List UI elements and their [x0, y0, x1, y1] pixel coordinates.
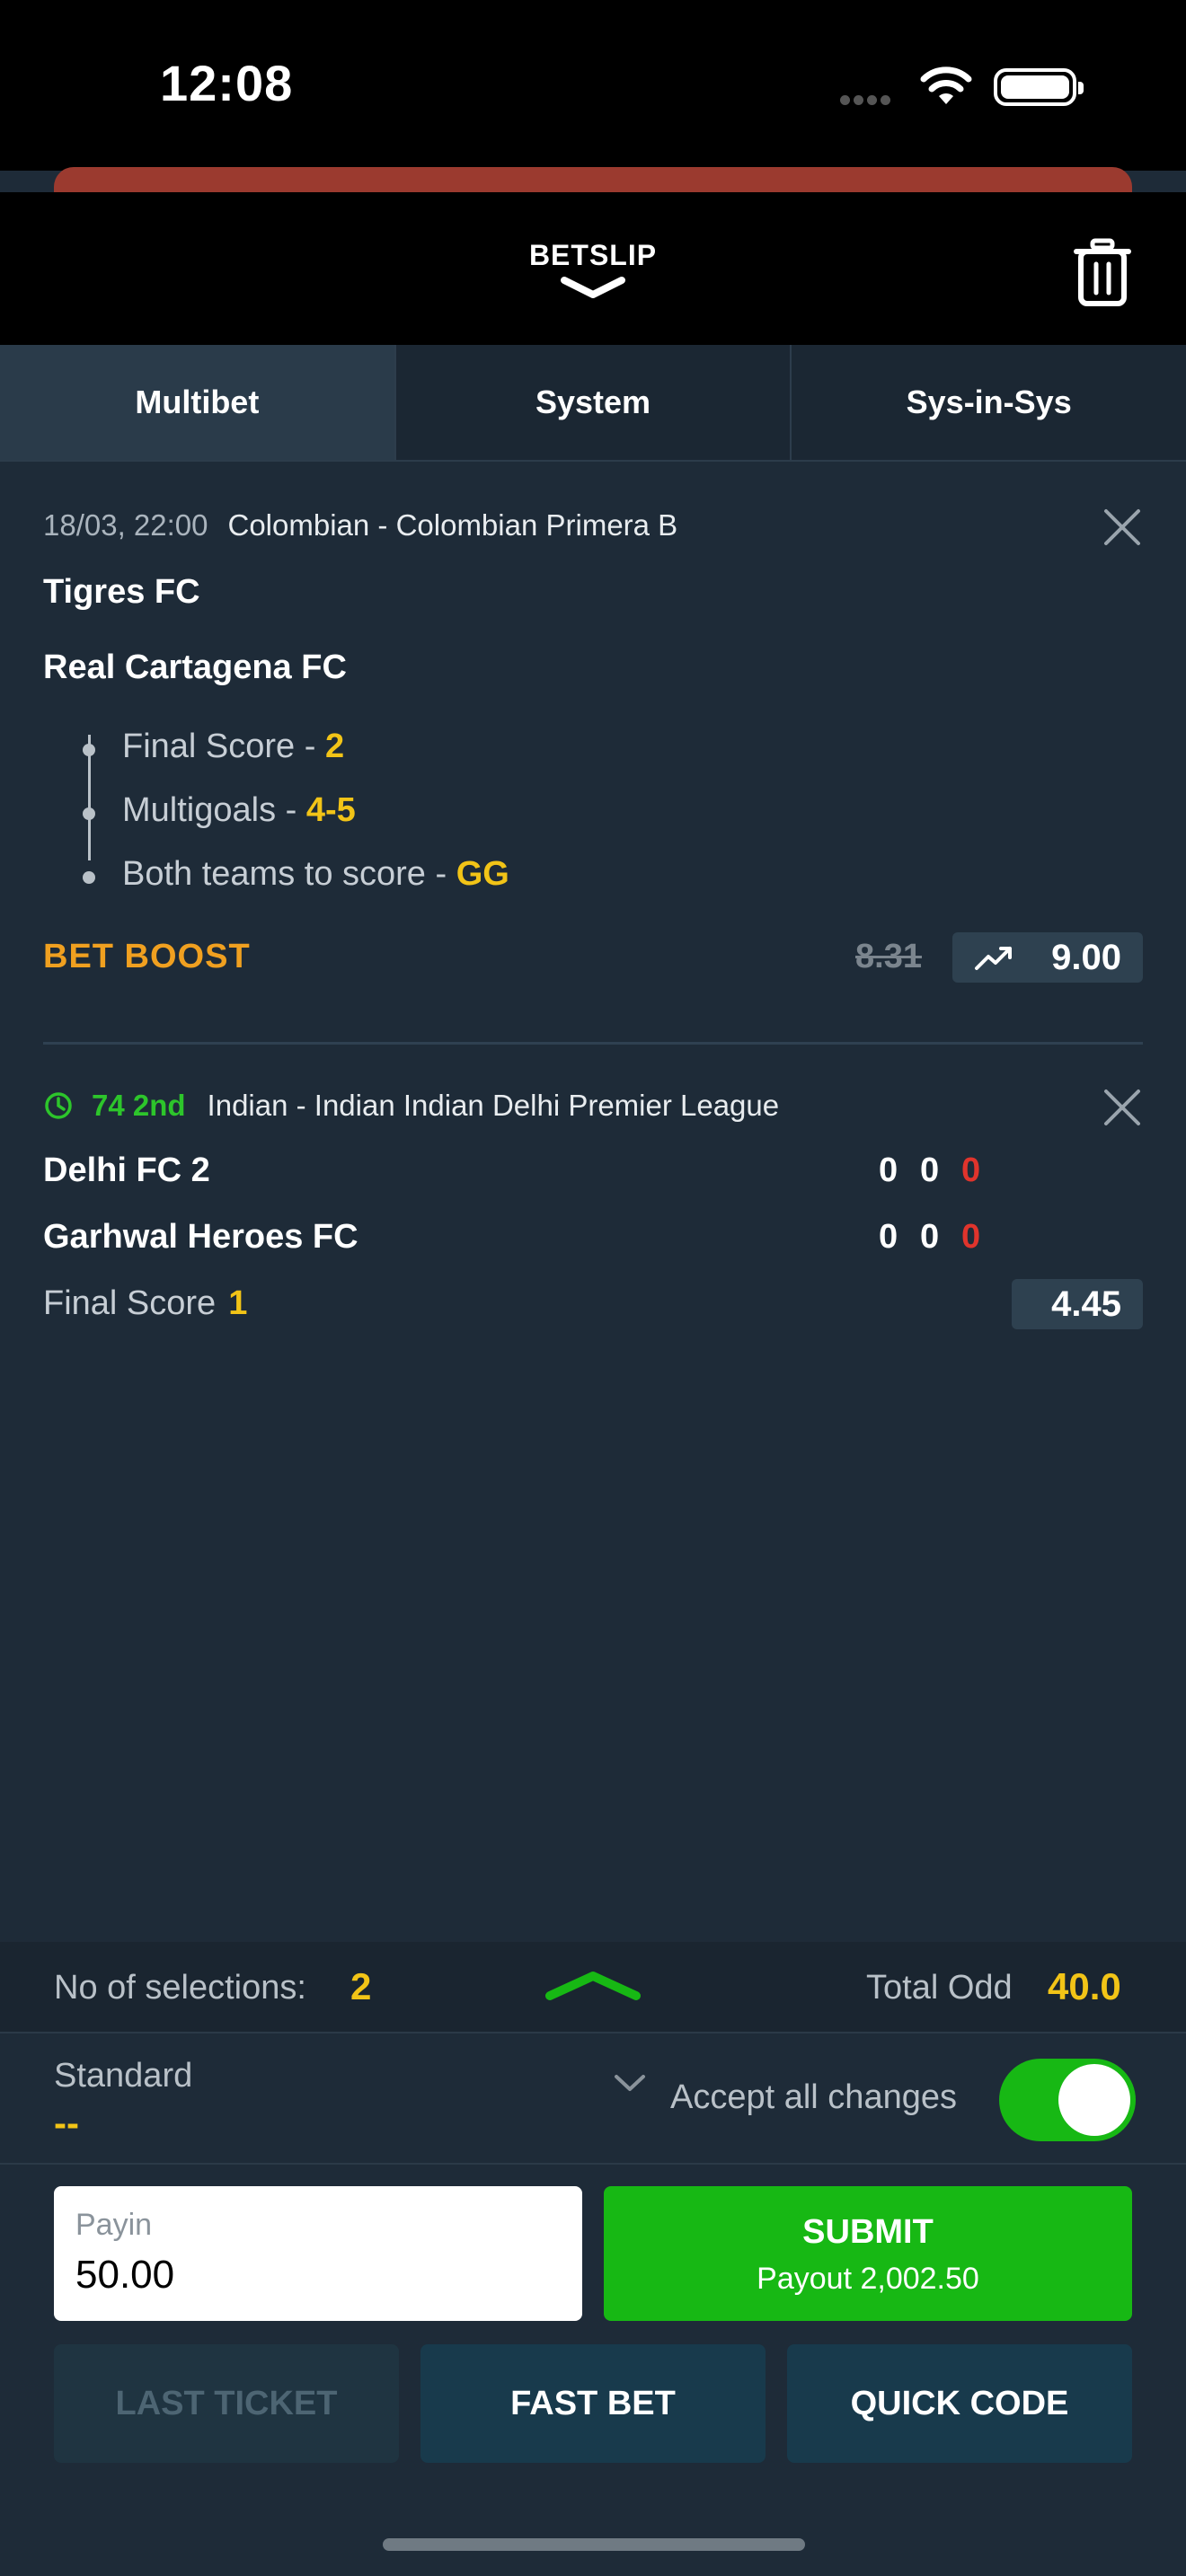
status-bar: 12:08 — [0, 0, 1186, 171]
leg-item: Both teams to score - GG — [122, 855, 509, 894]
sheet-handle-bar — [54, 167, 1132, 192]
leg-dot — [83, 744, 95, 756]
betslip-title: BETSLIP — [528, 239, 658, 271]
action-buttons: LAST TICKET FAST BET QUICK CODE — [54, 2344, 1132, 2463]
total-odd-label: Total Odd — [866, 1969, 1013, 2007]
bet-boost-label: BET BOOST — [43, 938, 251, 975]
leg-item: Multigoals - 4-5 — [122, 791, 356, 830]
away-score: 0 — [920, 1218, 940, 1256]
accept-changes-toggle[interactable] — [999, 2059, 1136, 2141]
leg-dot — [83, 871, 95, 884]
tab-system[interactable]: System — [395, 345, 792, 460]
leg-market: Multigoals - — [122, 791, 306, 829]
home-indicator[interactable] — [383, 2538, 805, 2551]
home-score: 0 — [961, 1151, 981, 1189]
tab-sys-in-sys[interactable]: Sys-in-Sys — [792, 345, 1186, 460]
event-datetime: 18/03, 22:00 — [43, 508, 208, 542]
event-league: Indian - Indian Indian Delhi Premier Lea… — [207, 1089, 780, 1122]
ticket-type-row: Standard -- Accept all changes — [0, 2033, 1186, 2165]
payout-text: Payout 2,002.50 — [757, 2262, 979, 2296]
submit-label: SUBMIT — [802, 2213, 934, 2251]
close-icon[interactable] — [1102, 507, 1143, 548]
trending-up-icon — [975, 947, 1012, 970]
leg-market: Final Score - — [122, 728, 325, 765]
leg-value: 2 — [324, 728, 345, 765]
betslip-footer: No of selections: 2 Total Odd 40.0 Stand… — [0, 1942, 1186, 2576]
away-team: Garhwal Heroes FC — [43, 1218, 358, 1256]
selection-card: 18/03, 22:00 Colombian - Colombian Primer… — [43, 503, 1143, 988]
bet-type-tabs: Multibet System Sys-in-Sys — [0, 345, 1186, 462]
payin-field[interactable]: Payin — [54, 2186, 582, 2321]
quick-code-button[interactable]: QUICK CODE — [787, 2344, 1132, 2463]
betslip-header[interactable]: BETSLIP — [0, 192, 1186, 345]
leg-market: Both teams to score - — [122, 855, 456, 893]
submit-button[interactable]: SUBMIT Payout 2,002.50 — [604, 2186, 1132, 2321]
status-time: 12:08 — [160, 55, 294, 111]
close-icon[interactable] — [1102, 1087, 1143, 1128]
selection-odd[interactable]: 4.45 — [1012, 1279, 1143, 1329]
wifi-icon — [920, 66, 972, 104]
clock-icon — [45, 1092, 72, 1119]
leg-value: 4-5 — [305, 791, 356, 829]
trash-icon[interactable] — [1071, 237, 1134, 307]
fast-bet-button[interactable]: FAST BET — [420, 2344, 766, 2463]
payin-input[interactable] — [75, 2253, 561, 2298]
total-odd: 40.0 — [1048, 1965, 1121, 2007]
away-team: Real Cartagena FC — [43, 648, 347, 686]
away-score: 0 — [879, 1218, 898, 1256]
ticket-type-value: -- — [54, 2102, 79, 2144]
home-team: Delhi FC 2 — [43, 1151, 210, 1189]
payin-label: Payin — [75, 2208, 153, 2242]
odd-value: 4.45 — [1051, 1284, 1121, 1324]
battery-icon — [994, 68, 1084, 106]
boosted-odd[interactable]: 9.00 — [952, 932, 1143, 983]
summary-row: No of selections: 2 Total Odd 40.0 — [0, 1942, 1186, 2033]
leg-item: Final Score - 2 — [122, 728, 344, 766]
home-score: 0 — [879, 1151, 898, 1189]
accept-changes-label: Accept all changes — [670, 2078, 957, 2116]
event-meta: 74 2nd Indian - Indian Indian Delhi Premi… — [43, 1089, 779, 1123]
chevron-down-icon[interactable] — [559, 275, 627, 302]
away-score: 0 — [961, 1218, 981, 1256]
home-team: Tigres FC — [43, 573, 200, 611]
chevron-up-icon[interactable] — [543, 1967, 643, 2003]
selection-market: Final Score 1 — [43, 1284, 247, 1323]
bet-legs: Final Score - 2 Multigoals - 4-5 Both te… — [65, 728, 694, 893]
last-ticket-button[interactable]: LAST TICKET — [54, 2344, 399, 2463]
selection-card: 74 2nd Indian - Indian Indian Delhi Premi… — [43, 1083, 1143, 1335]
selections-count-label: No of selections: — [54, 1969, 306, 2007]
tab-multibet[interactable]: Multibet — [0, 345, 396, 460]
market-label: Final Score — [43, 1284, 217, 1322]
odd-value: 9.00 — [1051, 937, 1121, 977]
leg-dot — [83, 807, 95, 820]
signal-dots-icon — [840, 93, 901, 105]
selections-count: 2 — [350, 1965, 372, 2007]
old-odd: 8.31 — [855, 938, 922, 975]
event-meta: 18/03, 22:00 Colombian - Colombian Primer… — [43, 508, 677, 543]
leg-value: GG — [456, 855, 509, 893]
home-score: 0 — [920, 1151, 940, 1189]
live-time: 74 2nd — [92, 1089, 186, 1122]
ticket-type-label[interactable]: Standard — [54, 2057, 192, 2095]
chevron-down-icon[interactable] — [613, 2073, 647, 2093]
selection-divider — [43, 1042, 1143, 1045]
market-value: 1 — [228, 1284, 248, 1322]
event-league: Colombian - Colombian Primera B — [227, 508, 678, 542]
